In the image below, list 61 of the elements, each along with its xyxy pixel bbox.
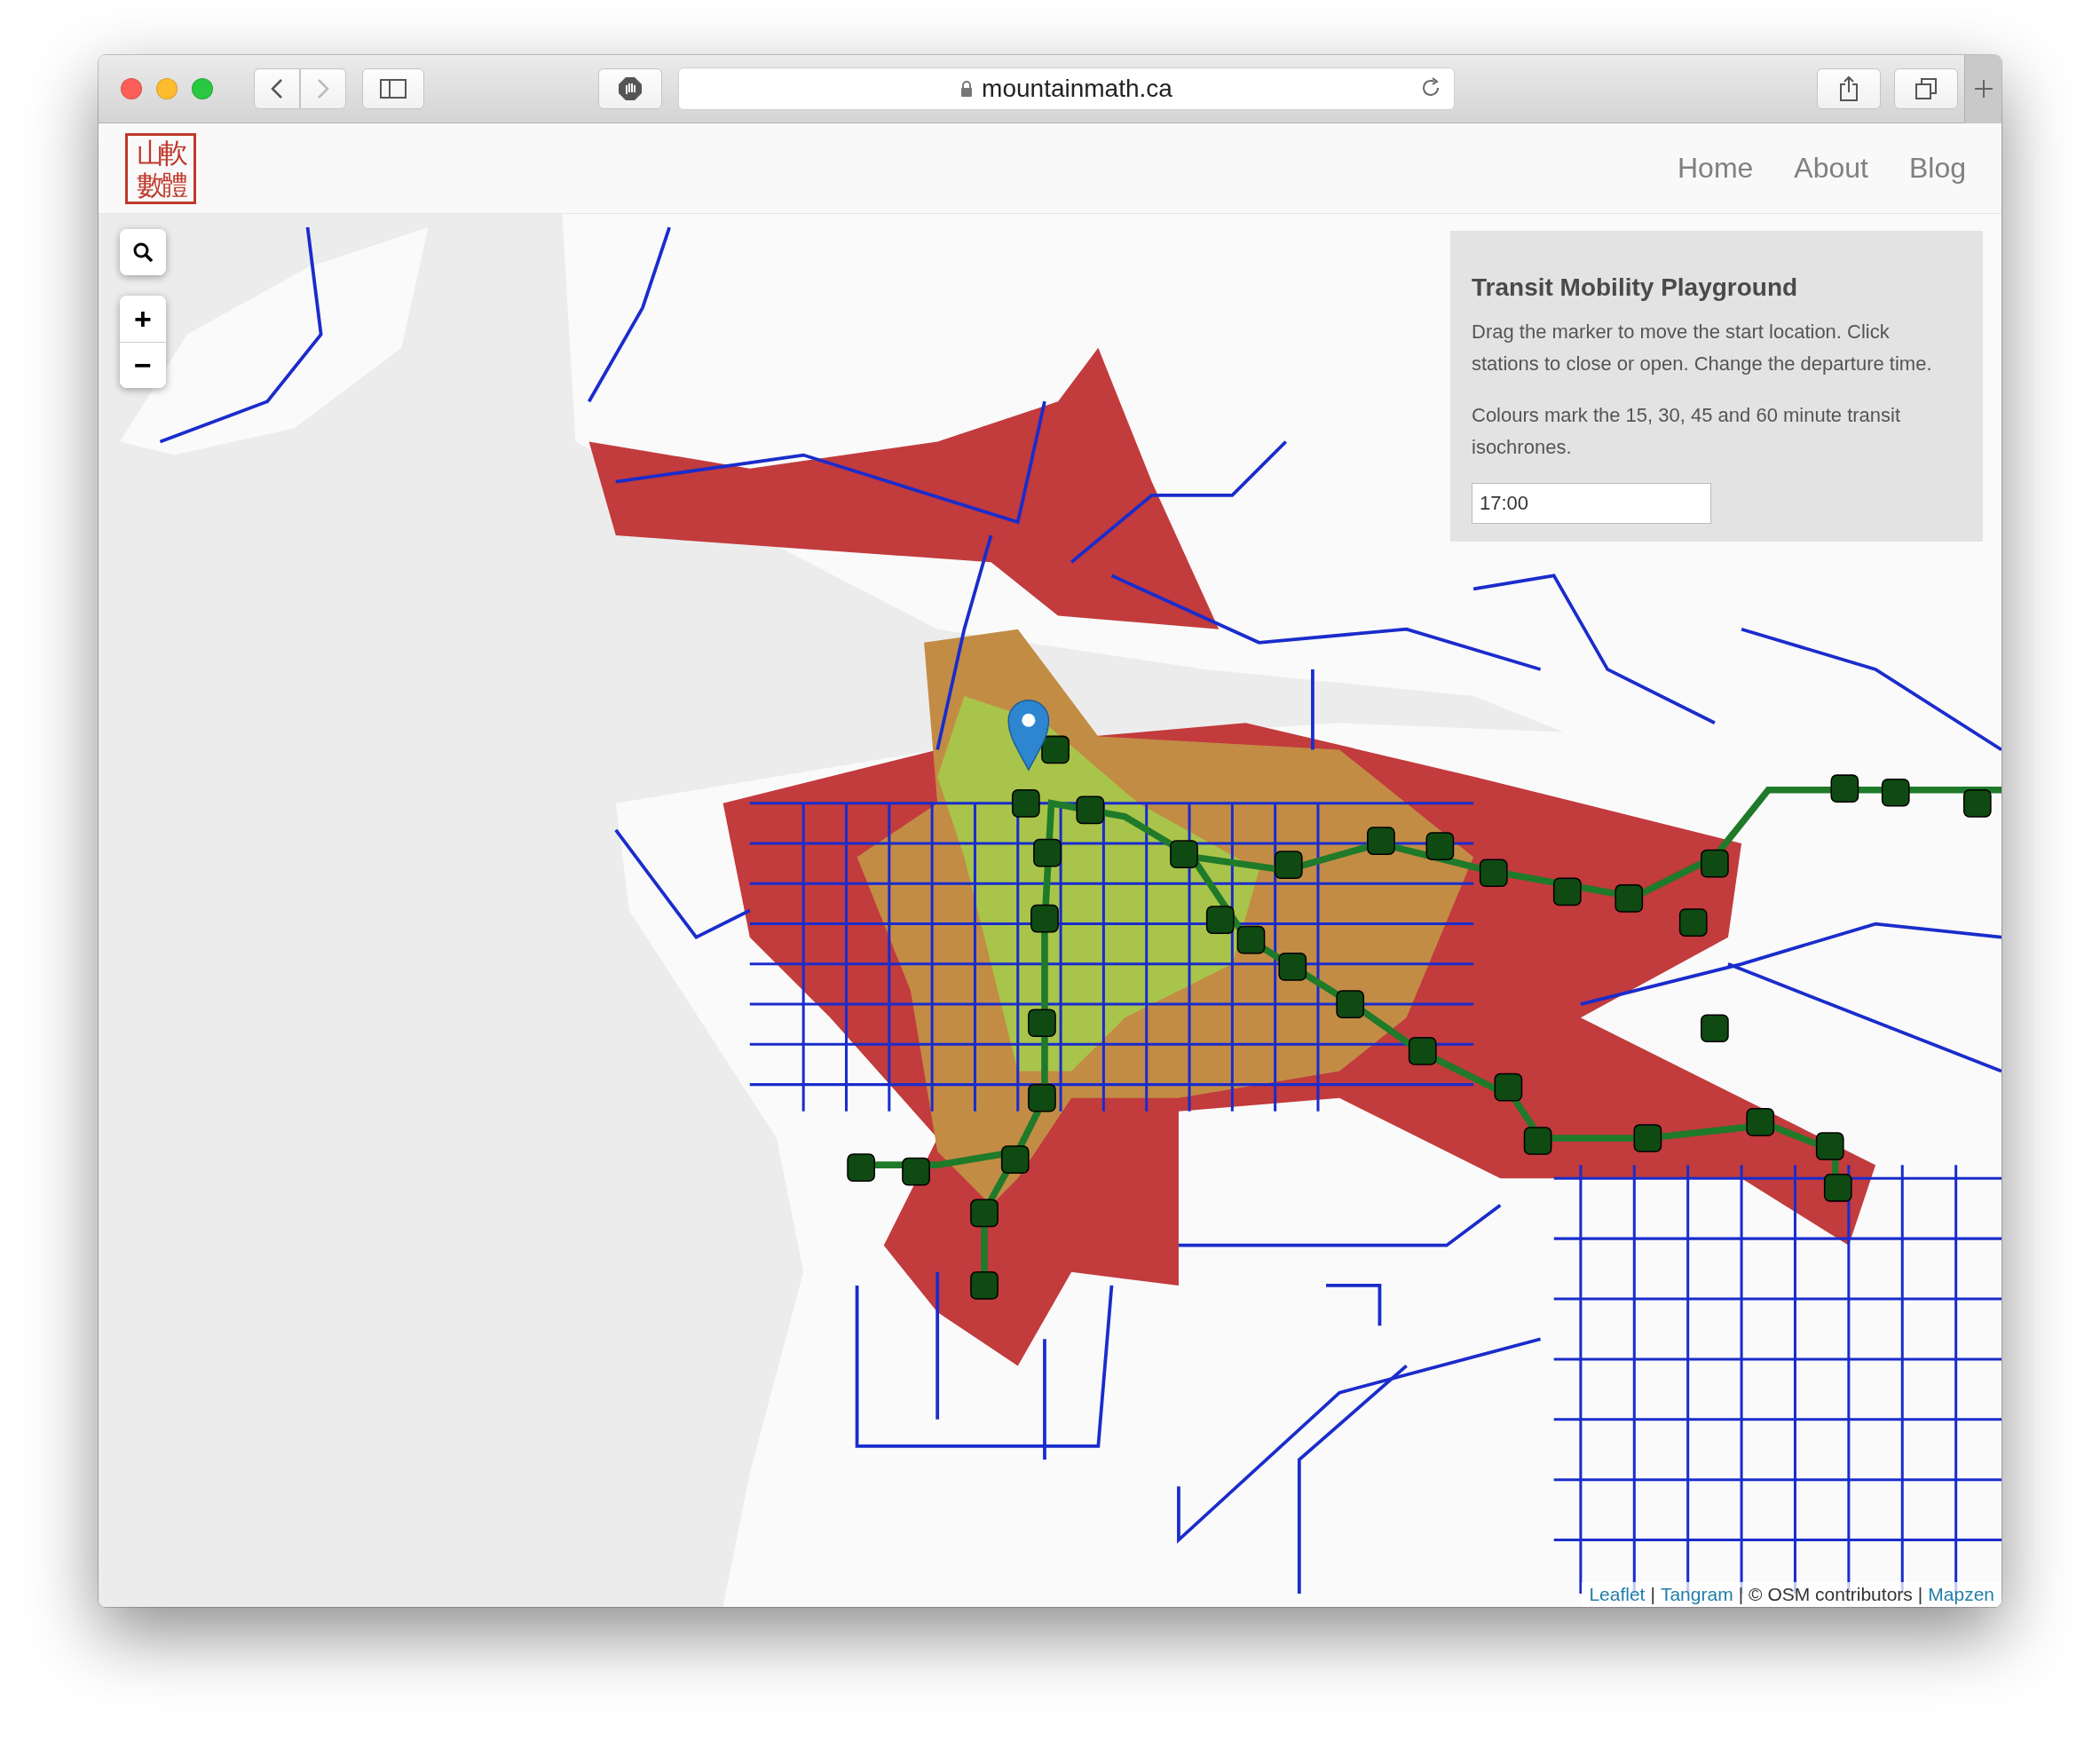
search-icon — [132, 241, 154, 263]
lock-icon — [960, 81, 974, 97]
attribution-link[interactable]: Mapzen — [1928, 1584, 1994, 1605]
map-marker-icon[interactable] — [1007, 699, 1050, 771]
station-icon[interactable] — [1701, 1014, 1729, 1043]
privacy-button[interactable] — [598, 68, 662, 109]
nav-link[interactable]: Blog — [1908, 152, 1966, 185]
sidebar-icon — [380, 79, 407, 99]
station-icon[interactable] — [1205, 906, 1235, 934]
close-icon[interactable] — [121, 78, 142, 99]
station-icon[interactable] — [902, 1157, 930, 1186]
time-field[interactable]: 17:00 — [1472, 483, 1711, 524]
back-button[interactable] — [254, 68, 300, 109]
panel-title: Transit Mobility Playground — [1472, 273, 1799, 302]
station-icon[interactable] — [1041, 735, 1070, 764]
station-icon[interactable] — [1367, 827, 1395, 855]
station-icon[interactable] — [1962, 788, 1992, 818]
search-button[interactable] — [120, 229, 166, 275]
address-field[interactable]: mountainmath.ca — [678, 67, 1455, 110]
station-icon[interactable] — [1236, 925, 1266, 954]
logo[interactable]: 山軟 數體 — [125, 132, 196, 204]
tabs-icon — [1914, 77, 1938, 100]
panel-text: Drag the marker to move the start location. Click stations to close or open. Change the departure time. — [1472, 320, 1933, 376]
chevron-left-icon — [271, 78, 283, 99]
station-icon[interactable] — [1336, 990, 1365, 1018]
station-icon[interactable] — [1000, 1145, 1030, 1174]
zoom-out-button[interactable]: − — [120, 342, 166, 388]
separator-text: | — [1917, 1584, 1923, 1605]
separator-text: | — [1650, 1584, 1655, 1605]
sidebar-button[interactable] — [362, 68, 424, 109]
zoom-in-button[interactable]: + — [120, 296, 166, 342]
station-icon[interactable] — [1028, 1009, 1056, 1038]
hand-icon — [618, 76, 643, 101]
share-button[interactable] — [1817, 68, 1881, 109]
station-icon[interactable] — [1011, 788, 1040, 818]
panel-text: Colours mark the 15, 30, 45 and 60 minute transit isochrones. — [1472, 403, 1902, 460]
reload-icon[interactable] — [1420, 77, 1441, 99]
chevron-right-icon — [317, 78, 329, 99]
bus-route-line — [1326, 1284, 1382, 1326]
nav-link[interactable]: Home — [1677, 152, 1754, 185]
attribution-text: © OSM contributors — [1749, 1584, 1913, 1605]
station-icon[interactable] — [1815, 1132, 1844, 1160]
attribution-link[interactable]: Leaflet — [1589, 1584, 1646, 1605]
nav-link[interactable]: About — [1794, 152, 1868, 185]
station-icon[interactable] — [1278, 953, 1307, 981]
station-icon[interactable] — [847, 1153, 875, 1182]
plus-icon — [1973, 79, 1993, 99]
new-tab-button[interactable] — [1964, 55, 2001, 123]
share-icon — [1839, 75, 1859, 102]
station-icon[interactable] — [1033, 838, 1062, 867]
station-icon[interactable] — [1030, 904, 1059, 933]
tabs-button[interactable] — [1894, 68, 1958, 109]
station-icon[interactable] — [1076, 795, 1105, 825]
station-icon[interactable] — [1274, 851, 1303, 880]
station-icon[interactable] — [1830, 774, 1859, 803]
station-icon[interactable] — [1425, 832, 1455, 860]
station-icon[interactable] — [1881, 778, 1910, 807]
station-icon[interactable] — [1170, 840, 1198, 868]
attribution-link[interactable]: Tangram — [1660, 1584, 1733, 1605]
station-icon[interactable] — [1028, 1083, 1056, 1112]
separator-text: | — [1738, 1584, 1744, 1605]
